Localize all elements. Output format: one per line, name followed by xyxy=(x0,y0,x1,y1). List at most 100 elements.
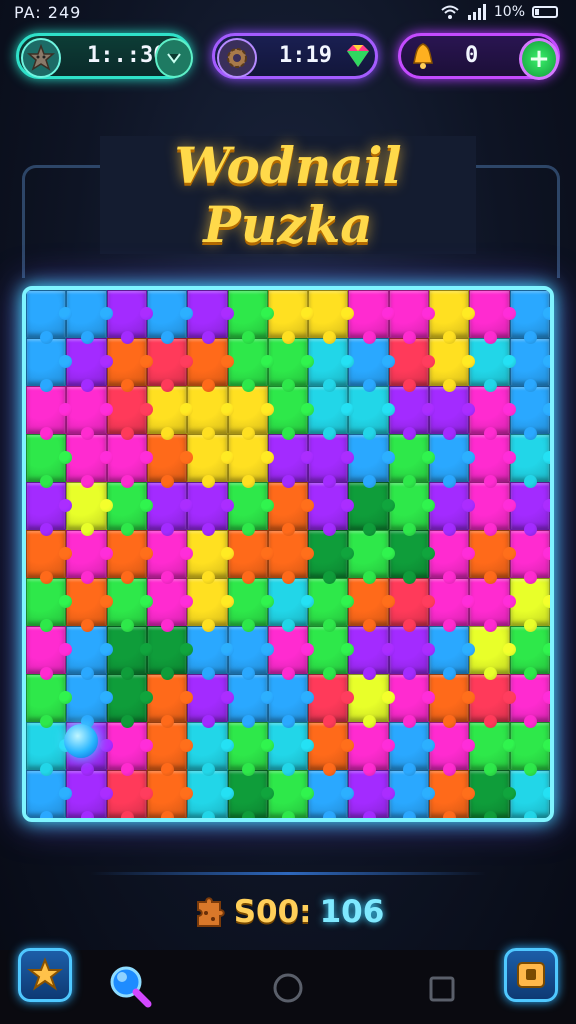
puzzle-piece[interactable] xyxy=(429,290,470,344)
puzzle-piece[interactable] xyxy=(469,722,510,776)
puzzle-piece[interactable] xyxy=(146,770,188,818)
puzzle-piece[interactable] xyxy=(429,578,470,632)
puzzle-piece[interactable] xyxy=(388,770,430,818)
puzzle-piece[interactable] xyxy=(267,626,309,680)
puzzle-piece[interactable] xyxy=(26,626,67,680)
puzzle-piece[interactable] xyxy=(348,386,389,440)
puzzle-piece[interactable] xyxy=(66,770,107,818)
plus-icon[interactable]: + xyxy=(519,38,559,80)
puzzle-piece[interactable] xyxy=(267,338,309,392)
puzzle-piece[interactable] xyxy=(146,722,188,776)
puzzle-piece[interactable] xyxy=(187,290,228,344)
puzzle-piece[interactable] xyxy=(227,530,268,584)
home-button[interactable] xyxy=(272,972,304,1008)
puzzle-piece[interactable] xyxy=(146,530,188,584)
puzzle-piece[interactable] xyxy=(146,386,188,440)
puzzle-piece[interactable] xyxy=(106,338,147,392)
puzzle-piece[interactable] xyxy=(469,482,510,536)
puzzle-piece[interactable] xyxy=(469,626,510,680)
recent-button[interactable] xyxy=(428,975,456,1007)
puzzle-piece[interactable] xyxy=(26,386,67,440)
puzzle-piece[interactable] xyxy=(227,770,268,818)
star-button[interactable] xyxy=(18,948,72,1002)
puzzle-piece[interactable] xyxy=(509,578,550,632)
puzzle-piece[interactable] xyxy=(106,578,147,632)
puzzle-piece[interactable] xyxy=(509,674,550,728)
puzzle-piece[interactable] xyxy=(469,674,510,728)
puzzle-piece[interactable] xyxy=(227,626,268,680)
puzzle-piece[interactable] xyxy=(146,674,188,728)
puzzle-piece[interactable] xyxy=(267,578,309,632)
puzzle-piece[interactable] xyxy=(348,482,389,536)
puzzle-piece[interactable] xyxy=(187,674,228,728)
puzzle-piece[interactable] xyxy=(187,722,228,776)
puzzle-piece[interactable] xyxy=(429,338,470,392)
puzzle-piece[interactable] xyxy=(388,434,430,488)
puzzle-piece[interactable] xyxy=(509,722,550,776)
puzzle-piece[interactable] xyxy=(66,290,107,344)
puzzle-piece[interactable] xyxy=(509,290,550,344)
puzzle-piece[interactable] xyxy=(227,722,268,776)
blue-orb-icon[interactable] xyxy=(64,724,98,758)
puzzle-piece[interactable] xyxy=(187,530,228,584)
puzzle-piece[interactable] xyxy=(469,386,510,440)
puzzle-piece[interactable] xyxy=(187,626,228,680)
puzzle-piece[interactable] xyxy=(308,770,349,818)
puzzle-piece[interactable] xyxy=(267,722,309,776)
puzzle-piece[interactable] xyxy=(308,434,349,488)
puzzle-piece[interactable] xyxy=(26,674,67,728)
puzzle-piece[interactable] xyxy=(66,482,107,536)
puzzle-piece[interactable] xyxy=(66,434,107,488)
puzzle-piece[interactable] xyxy=(146,338,188,392)
puzzle-piece[interactable] xyxy=(429,722,470,776)
puzzle-piece[interactable] xyxy=(187,434,228,488)
puzzle-piece[interactable] xyxy=(146,578,188,632)
puzzle-piece[interactable] xyxy=(146,434,188,488)
puzzle-piece[interactable] xyxy=(429,482,470,536)
puzzle-piece[interactable] xyxy=(509,770,550,818)
puzzle-piece[interactable] xyxy=(429,674,470,728)
puzzle-piece[interactable] xyxy=(348,674,389,728)
puzzle-piece[interactable] xyxy=(348,290,389,344)
puzzle-piece[interactable] xyxy=(469,338,510,392)
puzzle-piece[interactable] xyxy=(146,626,188,680)
puzzle-piece[interactable] xyxy=(227,434,268,488)
puzzle-piece[interactable] xyxy=(308,578,349,632)
puzzle-piece[interactable] xyxy=(267,482,309,536)
puzzle-piece[interactable] xyxy=(429,770,470,818)
puzzle-board[interactable] xyxy=(22,286,554,822)
puzzle-piece[interactable] xyxy=(26,722,67,776)
puzzle-piece[interactable] xyxy=(267,770,309,818)
puzzle-piece[interactable] xyxy=(146,482,188,536)
puzzle-piece[interactable] xyxy=(106,770,147,818)
puzzle-piece[interactable] xyxy=(66,386,107,440)
puzzle-piece[interactable] xyxy=(106,482,147,536)
puzzle-piece[interactable] xyxy=(388,386,430,440)
puzzle-piece[interactable] xyxy=(106,530,147,584)
puzzle-piece[interactable] xyxy=(187,578,228,632)
puzzle-piece[interactable] xyxy=(106,626,147,680)
puzzle-piece[interactable] xyxy=(26,578,67,632)
puzzle-piece[interactable] xyxy=(308,482,349,536)
puzzle-piece[interactable] xyxy=(348,434,389,488)
puzzle-piece[interactable] xyxy=(146,290,188,344)
puzzle-piece[interactable] xyxy=(106,434,147,488)
puzzle-piece[interactable] xyxy=(267,434,309,488)
puzzle-piece[interactable] xyxy=(348,530,389,584)
puzzle-piece[interactable] xyxy=(509,338,550,392)
puzzle-piece[interactable] xyxy=(388,674,430,728)
puzzle-piece[interactable] xyxy=(267,290,309,344)
puzzle-piece[interactable] xyxy=(388,578,430,632)
puzzle-piece[interactable] xyxy=(227,290,268,344)
puzzle-piece[interactable] xyxy=(308,722,349,776)
puzzle-piece[interactable] xyxy=(509,626,550,680)
puzzle-piece[interactable] xyxy=(187,386,228,440)
puzzle-piece[interactable] xyxy=(26,290,67,344)
puzzle-piece[interactable] xyxy=(106,722,147,776)
puzzle-piece[interactable] xyxy=(469,578,510,632)
puzzle-piece[interactable] xyxy=(509,434,550,488)
puzzle-piece[interactable] xyxy=(106,386,147,440)
gem-icon[interactable] xyxy=(341,38,375,74)
puzzle-piece[interactable] xyxy=(388,530,430,584)
puzzle-piece[interactable] xyxy=(308,626,349,680)
